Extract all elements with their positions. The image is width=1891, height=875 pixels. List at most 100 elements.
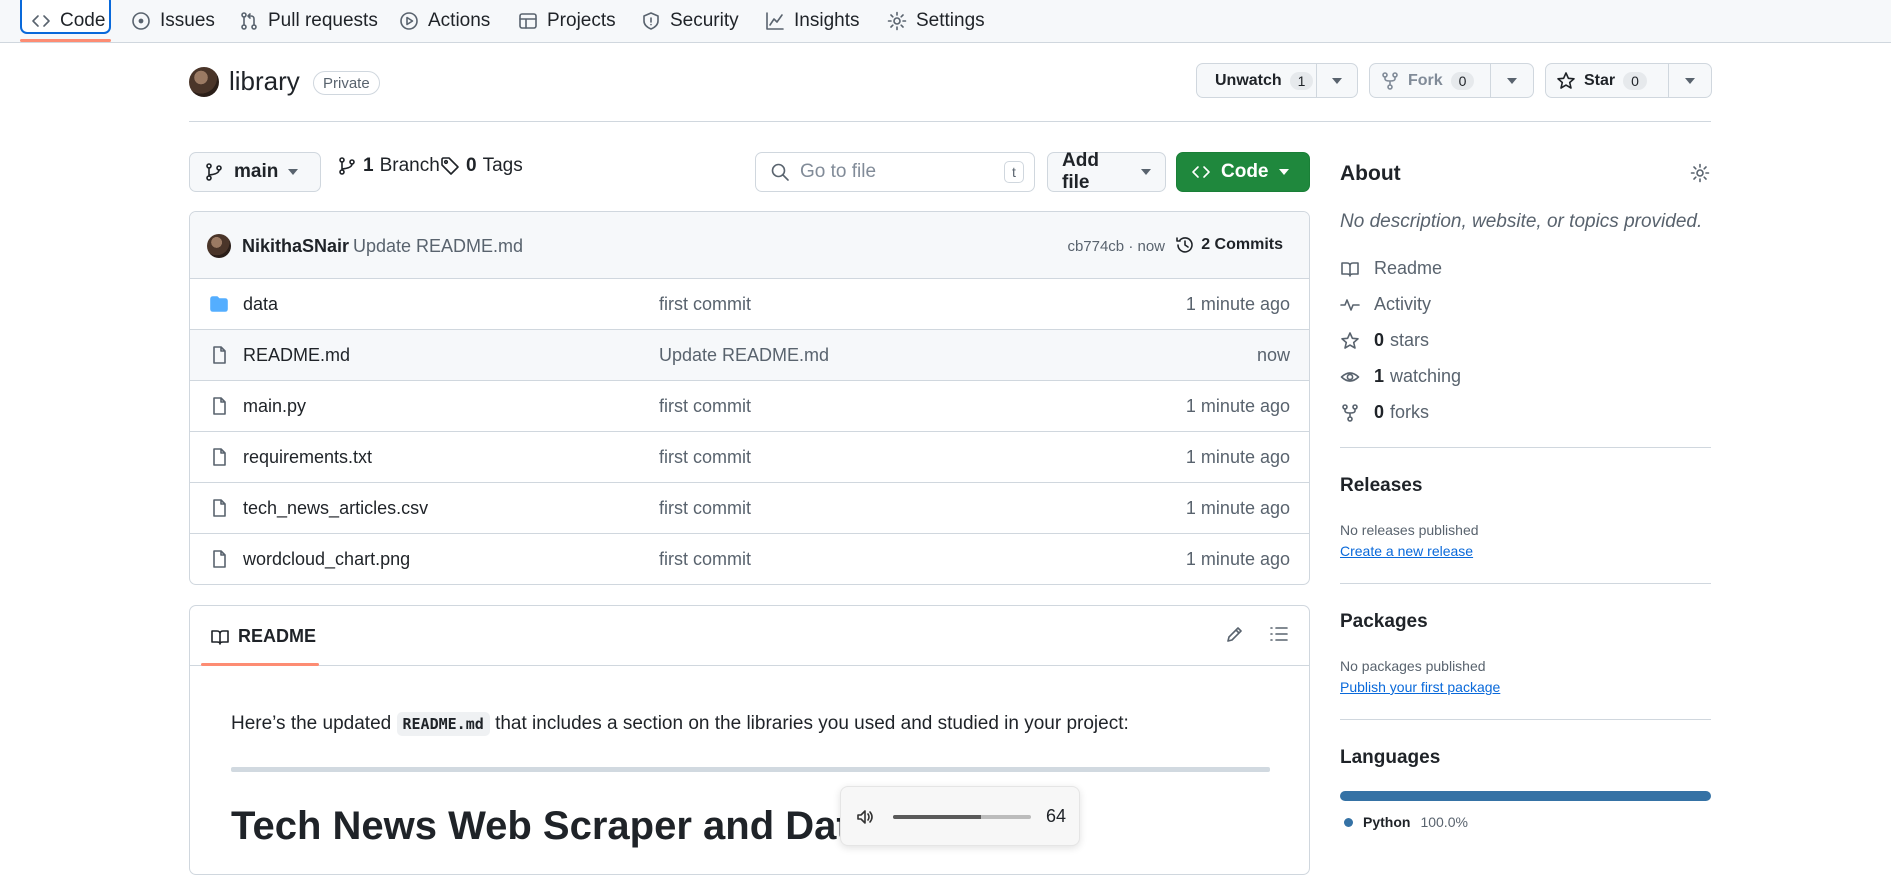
- create-release-link[interactable]: Create a new release: [1340, 543, 1473, 559]
- about-title: About: [1340, 162, 1401, 185]
- unwatch-button-group: Unwatch 1: [1196, 63, 1358, 98]
- gear-icon[interactable]: [1690, 163, 1710, 183]
- packages-title[interactable]: Packages: [1340, 611, 1428, 633]
- watching-label: watching: [1390, 366, 1462, 386]
- tab-pull-requests[interactable]: Pull requests: [239, 0, 378, 42]
- languages-title: Languages: [1340, 747, 1441, 768]
- file-icon: [213, 499, 226, 517]
- file-name[interactable]: wordcloud_chart.png: [243, 549, 410, 570]
- tab-projects[interactable]: Projects: [518, 0, 616, 42]
- star-icon: [1341, 331, 1359, 349]
- activity-link[interactable]: Activity: [1340, 294, 1431, 315]
- file-commit-message[interactable]: first commit: [659, 447, 751, 468]
- file-name[interactable]: data: [243, 294, 278, 315]
- file-commit-message[interactable]: first commit: [659, 549, 751, 570]
- fork-button[interactable]: Fork 0: [1370, 64, 1492, 97]
- file-row[interactable]: wordcloud_chart.png first commit 1 minut…: [190, 534, 1309, 584]
- file-list: NikithaSNair Update README.md cb774cb · …: [189, 211, 1310, 585]
- releases-title[interactable]: Releases: [1340, 475, 1422, 497]
- readme-tab[interactable]: README: [210, 626, 316, 647]
- forks-link[interactable]: 0 forks: [1340, 402, 1429, 423]
- tab-code[interactable]: Code: [31, 0, 105, 42]
- tab-issues[interactable]: Issues: [131, 0, 215, 42]
- fork-dropdown[interactable]: [1491, 64, 1533, 97]
- outline-list-icon[interactable]: [1269, 624, 1289, 644]
- tab-label: Actions: [428, 10, 491, 31]
- tab-actions[interactable]: Actions: [399, 0, 490, 42]
- file-icon: [213, 397, 226, 415]
- branch-label: Branch: [379, 155, 440, 176]
- star-button[interactable]: Star 0: [1546, 64, 1670, 97]
- file-row[interactable]: requirements.txt first commit 1 minute a…: [190, 432, 1309, 483]
- file-commit-message[interactable]: first commit: [659, 294, 751, 315]
- branch-count: 1: [363, 155, 374, 176]
- file-updated-time: 1 minute ago: [1185, 549, 1290, 569]
- stars-link[interactable]: 0 stars: [1340, 330, 1429, 351]
- star-counter: 0: [1623, 71, 1647, 90]
- file-name[interactable]: README.md: [243, 345, 350, 366]
- unwatch-label: Unwatch: [1215, 71, 1282, 89]
- eye-icon: [1340, 371, 1360, 382]
- commits-label: 2 Commits: [1201, 236, 1283, 253]
- speaker-icon[interactable]: [855, 807, 875, 827]
- language-item[interactable]: Python 100.0%: [1344, 814, 1468, 830]
- readme-tab-underline: [201, 663, 319, 666]
- history-icon: [1176, 237, 1193, 253]
- language-bar: [1340, 791, 1711, 801]
- file-row[interactable]: data first commit 1 minute ago: [190, 279, 1309, 330]
- file-name[interactable]: tech_news_articles.csv: [243, 498, 428, 519]
- file-row[interactable]: main.py first commit 1 minute ago: [190, 381, 1309, 432]
- graph-icon: [766, 12, 784, 30]
- go-to-file-input[interactable]: Go to file t: [755, 152, 1035, 192]
- branch-icon: [339, 157, 355, 175]
- watch-counter: 1: [1289, 71, 1314, 90]
- unwatch-dropdown[interactable]: [1317, 64, 1357, 97]
- commit-author[interactable]: NikithaSNair: [242, 236, 349, 257]
- commit-message[interactable]: Update README.md: [353, 236, 523, 257]
- file-name[interactable]: main.py: [243, 396, 306, 417]
- file-row[interactable]: tech_news_articles.csv first commit 1 mi…: [190, 483, 1309, 534]
- readme-link[interactable]: Readme: [1340, 258, 1442, 279]
- publish-package-link[interactable]: Publish your first package: [1340, 679, 1500, 695]
- commits-link[interactable]: 2 Commits: [1175, 235, 1283, 255]
- tab-label: Projects: [547, 10, 616, 31]
- tab-settings[interactable]: Settings: [887, 0, 985, 42]
- star-dropdown[interactable]: [1669, 64, 1711, 97]
- file-commit-message[interactable]: Update README.md: [659, 345, 829, 366]
- commit-author-avatar[interactable]: [207, 234, 231, 258]
- branches-link[interactable]: 1 Branch: [337, 155, 440, 177]
- code-label: Code: [1221, 161, 1269, 182]
- add-file-button[interactable]: Add file: [1047, 150, 1166, 193]
- file-name[interactable]: requirements.txt: [243, 447, 372, 468]
- file-commit-message[interactable]: first commit: [659, 396, 751, 417]
- code-button[interactable]: Code: [1176, 152, 1310, 192]
- file-updated-time: 1 minute ago: [1185, 498, 1290, 518]
- owner-avatar[interactable]: [189, 67, 219, 97]
- chevron-down-icon: [1685, 77, 1696, 84]
- volume-slider[interactable]: [893, 815, 1031, 819]
- tab-label: Settings: [916, 10, 985, 31]
- tab-security[interactable]: Security: [641, 0, 739, 42]
- commit-hash-time[interactable]: cb774cb · now: [1067, 238, 1165, 255]
- repo-name[interactable]: library: [229, 66, 300, 97]
- latest-commit-bar: NikithaSNair Update README.md cb774cb · …: [190, 212, 1309, 279]
- visibility-badge: Private: [313, 71, 380, 95]
- pull-request-icon: [241, 12, 257, 30]
- tag-icon: [441, 157, 459, 175]
- file-icon: [213, 448, 226, 466]
- watching-link[interactable]: 1 watching: [1340, 366, 1461, 387]
- chevron-down-icon: [1278, 169, 1289, 175]
- tab-insights[interactable]: Insights: [765, 0, 859, 42]
- add-file-label: Add file: [1062, 150, 1099, 193]
- star-button-group: Star 0: [1545, 63, 1712, 98]
- tags-link[interactable]: 0 Tags: [440, 155, 523, 177]
- branch-selector[interactable]: main: [189, 152, 321, 192]
- file-row[interactable]: README.md Update README.md now: [190, 330, 1309, 381]
- readme-panel: README Here’s the updated README.md that…: [189, 605, 1310, 875]
- unwatch-button[interactable]: Unwatch 1: [1197, 64, 1317, 97]
- stars-label: stars: [1390, 330, 1430, 350]
- pencil-icon[interactable]: [1225, 624, 1245, 644]
- file-commit-message[interactable]: first commit: [659, 498, 751, 519]
- chevron-down-icon: [1332, 77, 1342, 84]
- tag-count: 0: [466, 155, 477, 176]
